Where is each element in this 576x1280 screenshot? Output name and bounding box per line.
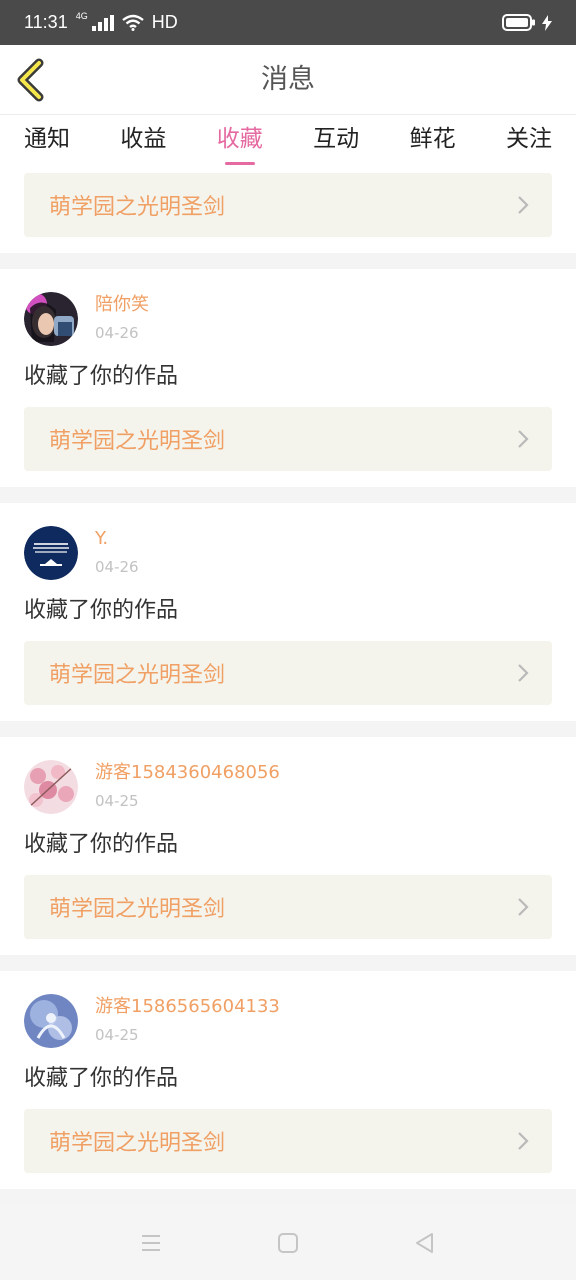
home-icon[interactable] — [275, 1230, 301, 1256]
work-title: 萌学园之光明圣剑 — [49, 429, 226, 454]
avatar[interactable] — [24, 526, 78, 580]
work-link[interactable]: 萌学园之光明圣剑 — [24, 641, 552, 705]
list-item: Y. 04-26 收藏了你的作品 萌学园之光明圣剑 — [0, 503, 576, 721]
action-text: 收藏了你的作品 — [24, 598, 179, 623]
username[interactable]: 游客1586565604133 — [95, 995, 280, 1019]
chevron-right-icon — [518, 196, 529, 214]
username[interactable]: 陪你笑 — [95, 293, 149, 317]
avatar[interactable] — [24, 292, 78, 346]
work-link[interactable]: 萌学园之光明圣剑 — [24, 1109, 552, 1173]
header: 消息 — [0, 45, 576, 115]
wifi-icon — [121, 14, 144, 31]
work-title: 萌学园之光明圣剑 — [49, 663, 226, 688]
work-link[interactable]: 萌学园之光明圣剑 — [24, 173, 552, 237]
tab-bar: 通知 收益 收藏 互动 鲜花 关注 — [0, 115, 576, 167]
work-link[interactable]: 萌学园之光明圣剑 — [24, 407, 552, 471]
action-text: 收藏了你的作品 — [24, 364, 179, 389]
list-item: 萌学园之光明圣剑 — [0, 167, 576, 253]
work-title: 萌学园之光明圣剑 — [49, 1131, 226, 1156]
tab-favorites[interactable]: 收藏 — [217, 115, 263, 167]
work-link[interactable]: 萌学园之光明圣剑 — [24, 875, 552, 939]
battery-icon — [502, 14, 535, 31]
chevron-right-icon — [518, 430, 529, 448]
tab-flowers[interactable]: 鲜花 — [410, 115, 456, 167]
tab-notifications[interactable]: 通知 — [24, 115, 70, 167]
list-item: 游客1586565604133 04-25 收藏了你的作品 萌学园之光明圣剑 — [0, 971, 576, 1189]
tab-interactions[interactable]: 互动 — [313, 115, 359, 167]
date: 04-26 — [95, 558, 139, 576]
chevron-right-icon — [518, 1132, 529, 1150]
list-item: 陪你笑 04-26 收藏了你的作品 萌学园之光明圣剑 — [0, 269, 576, 487]
status-time: 11:31 — [24, 12, 68, 32]
work-title: 萌学园之光明圣剑 — [49, 897, 226, 922]
page-title: 消息 — [261, 64, 315, 95]
charging-icon — [542, 14, 552, 31]
date: 04-25 — [95, 792, 139, 810]
status-bar: 11:31 4G HD — [0, 0, 576, 45]
network-type: 4G — [75, 11, 88, 21]
username[interactable]: Y. — [95, 527, 139, 551]
tab-follows[interactable]: 关注 — [506, 115, 552, 167]
action-text: 收藏了你的作品 — [24, 832, 179, 857]
date: 04-26 — [95, 324, 139, 342]
message-list: 萌学园之光明圣剑 陪你笑 04-26 收藏了你的作品 萌学园之光明圣剑 Y. 0… — [0, 167, 576, 1189]
tab-earnings[interactable]: 收益 — [120, 115, 166, 167]
work-title: 萌学园之光明圣剑 — [49, 195, 226, 220]
date: 04-25 — [95, 1026, 139, 1044]
back-triangle-icon[interactable] — [412, 1230, 438, 1256]
signal-icon — [91, 14, 114, 31]
action-text: 收藏了你的作品 — [24, 1066, 179, 1091]
list-item: 游客1584360468056 04-25 收藏了你的作品 萌学园之光明圣剑 — [0, 737, 576, 955]
avatar[interactable] — [24, 760, 78, 814]
username[interactable]: 游客1584360468056 — [95, 761, 280, 785]
hd-indicator: HD — [151, 12, 178, 32]
chevron-right-icon — [518, 898, 529, 916]
avatar[interactable] — [24, 994, 78, 1048]
system-nav-bar — [0, 1204, 576, 1280]
chevron-right-icon — [518, 664, 529, 682]
menu-icon[interactable] — [138, 1230, 164, 1256]
